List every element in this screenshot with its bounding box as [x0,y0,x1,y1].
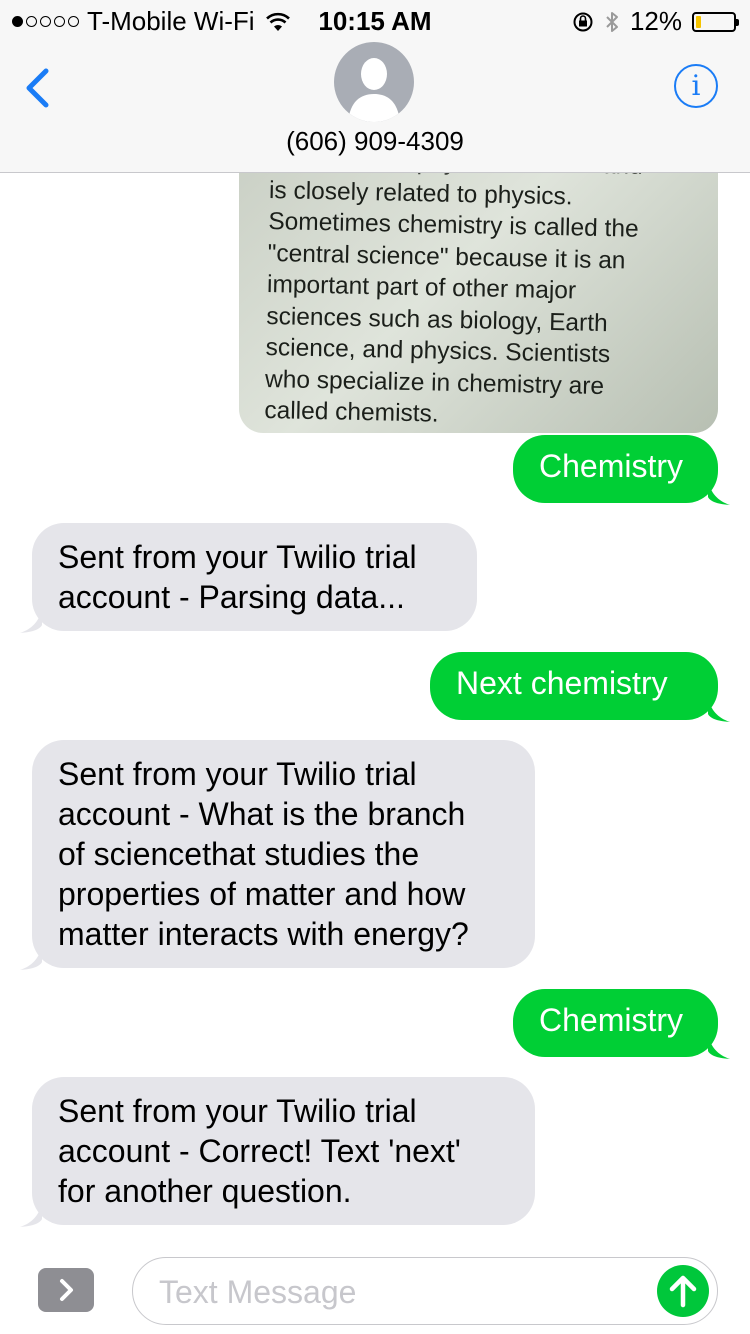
outgoing-message[interactable]: Chemistry [513,989,718,1057]
message-field[interactable] [132,1257,718,1325]
bubble-tail [20,607,42,633]
arrow-up-icon [669,1275,697,1308]
message-text: Chemistry [539,1002,684,1038]
bluetooth-icon [606,11,618,32]
image-message[interactable]: considered a physical science and is clo… [239,173,718,433]
message-line: matter interacts with energy? [58,916,469,952]
chevron-left-icon[interactable] [22,68,54,108]
message-list[interactable]: considered a physical science and is clo… [0,173,750,1238]
message-input[interactable] [157,1268,641,1316]
message-line: Sent from your Twilio trial [58,1093,417,1129]
message-line: account - Parsing data... [58,579,405,615]
message-text: Chemistry [539,448,684,484]
message-line: properties of matter and how [58,876,466,912]
message-line: account - What is the branch [58,796,466,832]
image-message-text: considered a physical science and is clo… [264,173,710,433]
battery-percent: 12% [629,6,682,36]
message-line: for another question. [58,1173,352,1209]
status-bar: T-Mobile Wi-Fi 10:15 AM 12% [0,0,750,40]
rotation-lock-icon [573,12,593,31]
bubble-tail [708,1033,730,1059]
bubble-tail [20,944,42,970]
message-line: account - Correct! Text 'next' [58,1133,461,1169]
bubble-tail [708,479,730,505]
bubble-tail [708,696,730,722]
info-icon[interactable]: i [674,64,718,108]
incoming-message[interactable]: Sent from your Twilio trial account - Co… [32,1077,535,1225]
bubble-tail [20,1201,42,1227]
chevron-right-icon [60,1279,73,1301]
avatar[interactable] [334,42,414,122]
incoming-message[interactable]: Sent from your Twilio trial account - Pa… [32,523,477,631]
conversation-header: (606) 909-4309 i [0,40,750,173]
message-line: of sciencethat studies the [58,836,420,872]
contact-name[interactable]: (606) 909-4309 [0,126,750,157]
battery-icon [692,11,739,32]
compose-bar [0,1238,750,1334]
apps-button[interactable] [38,1268,94,1312]
status-right: 12% [572,6,739,37]
message-text: Next chemistry [456,665,668,701]
person-silhouette-icon [348,58,400,122]
send-button[interactable] [657,1265,709,1317]
outgoing-message[interactable]: Chemistry [513,435,718,503]
message-line: Sent from your Twilio trial [58,539,417,575]
outgoing-message[interactable]: Next chemistry [430,652,718,720]
incoming-message[interactable]: Sent from your Twilio trial account - Wh… [32,740,535,968]
message-line: Sent from your Twilio trial [58,756,417,792]
